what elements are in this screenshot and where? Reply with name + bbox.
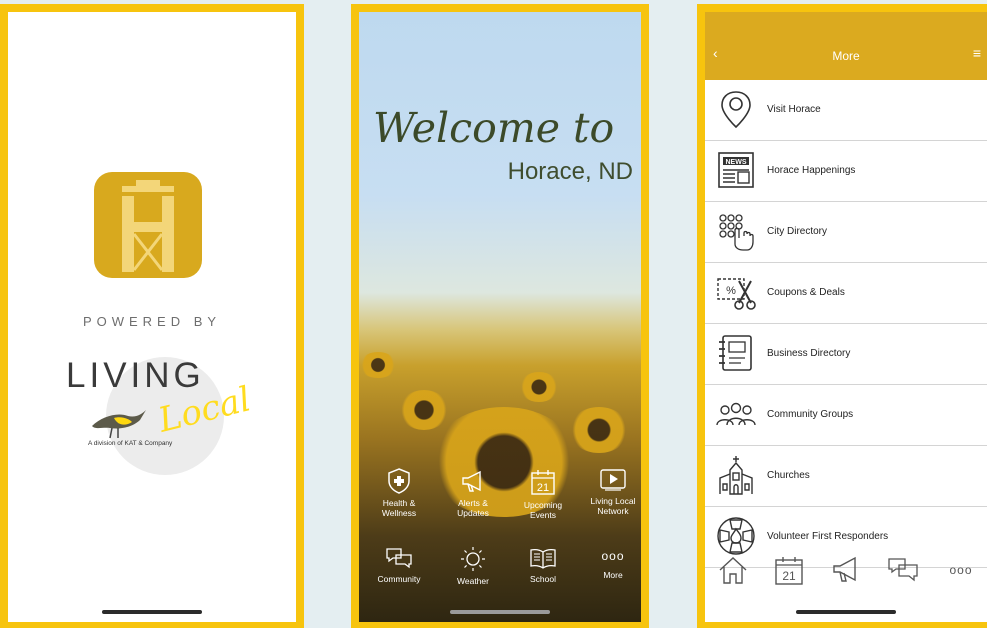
- sunflower: [569, 407, 629, 453]
- grid-label: Community: [377, 574, 421, 584]
- play-icon: [600, 469, 626, 491]
- phone-more-menu: ‹ More ≡ Visit Horace NEWS Horace Happen…: [697, 4, 987, 628]
- fire-badge-icon: [717, 517, 755, 555]
- grid-item-health[interactable]: Health & Wellness: [363, 468, 435, 518]
- grid-item-school[interactable]: School: [507, 546, 579, 584]
- calendar-day: 21: [782, 569, 796, 583]
- app-icon: [94, 172, 202, 278]
- menu-item-label: Visit Horace: [767, 104, 821, 115]
- grid-item-weather[interactable]: Weather: [437, 546, 509, 586]
- menu-item-label: Horace Happenings: [767, 165, 856, 176]
- keypad-hand-icon: [719, 214, 754, 251]
- megaphone-icon: [462, 470, 481, 492]
- menu-item-label: Community Groups: [767, 409, 854, 420]
- more-dots-icon[interactable]: ooo: [945, 554, 977, 586]
- phone-welcome: Welcome to Horace, ND Health & Wellness …: [351, 4, 649, 628]
- home-indicator[interactable]: [450, 610, 550, 614]
- logo-word-living: LIVING: [66, 356, 205, 395]
- address-book-icon: [719, 335, 752, 371]
- grid-label: Health & Wellness: [381, 498, 417, 518]
- menu-item-visit-horace[interactable]: Visit Horace: [705, 80, 987, 141]
- more-dots-icon: ooo: [601, 549, 625, 563]
- sunflower: [399, 390, 449, 430]
- people-icon: [716, 402, 756, 426]
- megaphone-icon[interactable]: [831, 554, 863, 586]
- svg-text:%: %: [726, 285, 736, 297]
- grid-item-network[interactable]: Living Local Network: [577, 468, 641, 516]
- shield-cross-icon: [388, 468, 410, 494]
- grid-item-community[interactable]: Community: [363, 546, 435, 584]
- header-bar: ‹ More ≡: [705, 12, 987, 80]
- grid-label: Weather: [457, 576, 489, 586]
- menu-item-business-directory[interactable]: Business Directory: [705, 324, 987, 385]
- grid-label: School: [530, 574, 556, 584]
- menu-item-horace-happenings[interactable]: NEWS Horace Happenings: [705, 141, 987, 202]
- chat-bubbles-icon[interactable]: [887, 554, 919, 586]
- hamburger-menu-icon[interactable]: ≡: [973, 45, 981, 61]
- svg-text:NEWS: NEWS: [726, 159, 747, 166]
- chat-bubbles-icon: [386, 548, 412, 569]
- menu-item-churches[interactable]: Churches: [705, 446, 987, 507]
- bottom-tab-bar: 21 ooo: [705, 554, 987, 594]
- more-screen: ‹ More ≡ Visit Horace NEWS Horace Happen…: [705, 12, 987, 622]
- sunflower: [519, 372, 559, 402]
- grid-label: Upcoming Events: [523, 500, 563, 520]
- grid-label: More: [603, 570, 623, 580]
- home-icon[interactable]: [717, 554, 749, 586]
- grid-label: Living Local Network: [590, 496, 636, 516]
- menu-item-label: Business Directory: [767, 348, 851, 359]
- water-tower-icon: [122, 180, 174, 272]
- sun-icon: [461, 547, 485, 571]
- home-indicator[interactable]: [102, 610, 202, 614]
- meadowlark-bird-icon: [92, 410, 146, 439]
- splash-screen: POWERED BY LIVING Local A division of KA…: [8, 12, 296, 622]
- church-icon: [719, 456, 753, 495]
- grid-item-more[interactable]: ooo More: [577, 546, 641, 580]
- grid-label: Alerts & Updates: [457, 498, 489, 518]
- menu-item-community-groups[interactable]: Community Groups: [705, 385, 987, 446]
- sunflower: [359, 352, 397, 378]
- map-pin-icon: [721, 91, 751, 129]
- menu-item-label: City Directory: [767, 226, 828, 237]
- menu-item-label: Coupons & Deals: [767, 287, 845, 298]
- powered-by-label: POWERED BY: [82, 314, 222, 329]
- menu-item-city-directory[interactable]: City Directory: [705, 202, 987, 263]
- welcome-screen: Welcome to Horace, ND Health & Wellness …: [359, 12, 641, 622]
- calendar-icon: 21: [531, 470, 555, 495]
- more-menu-list: Visit Horace NEWS Horace Happenings City…: [705, 80, 987, 568]
- book-icon: [530, 548, 556, 569]
- grid-item-alerts[interactable]: Alerts & Updates: [437, 468, 509, 518]
- menu-item-coupons[interactable]: % Coupons & Deals: [705, 263, 987, 324]
- logo-subtitle: A division of KAT & Company: [88, 440, 173, 447]
- calendar-day: 21: [537, 482, 549, 494]
- scissors-coupon-icon: %: [717, 278, 756, 310]
- home-indicator[interactable]: [796, 610, 896, 614]
- newspaper-icon: NEWS: [718, 152, 754, 188]
- menu-item-label: Volunteer First Responders: [767, 531, 889, 542]
- calendar-icon[interactable]: 21: [773, 554, 805, 586]
- menu-item-label: Churches: [767, 470, 810, 481]
- phone-splash: POWERED BY LIVING Local A division of KA…: [0, 4, 304, 628]
- page-title: More: [832, 49, 860, 63]
- welcome-heading: Welcome to: [373, 104, 615, 152]
- city-name: Horace, ND: [507, 158, 633, 185]
- grid-item-events[interactable]: 21 Upcoming Events: [507, 468, 579, 520]
